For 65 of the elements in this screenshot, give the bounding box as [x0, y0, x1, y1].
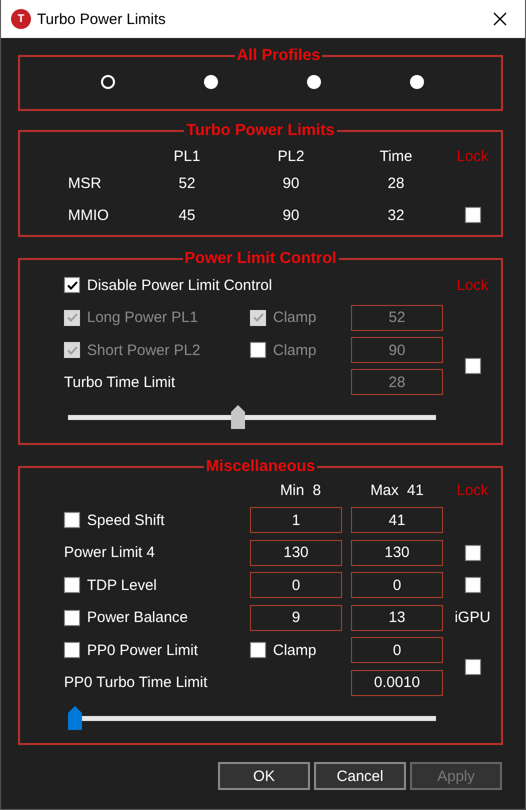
- radio-button[interactable]: [100, 75, 114, 89]
- dialog-button[interactable]: OK: [218, 762, 310, 790]
- checkbox[interactable]: [64, 610, 80, 626]
- lock-checkbox[interactable]: [464, 207, 480, 223]
- group-title: Power Limit Control: [184, 250, 338, 268]
- lock-checkbox[interactable]: [464, 358, 480, 374]
- checkbox-label: Clamp: [273, 342, 316, 358]
- checkbox-label: TDP Level: [87, 576, 157, 594]
- checkbox-label: PP0 Power Limit: [87, 642, 198, 659]
- column-header: Max 41: [369, 480, 425, 500]
- window-title: Turbo Power Limits: [37, 10, 166, 28]
- input-field[interactable]: 0: [250, 572, 342, 598]
- checkbox[interactable]: [64, 642, 80, 658]
- checkbox-label: Clamp: [273, 309, 316, 326]
- checkbox-label: Long Power PL1: [87, 309, 198, 326]
- value-text: 90: [282, 174, 300, 194]
- checkbox-label: Power Balance: [87, 609, 188, 626]
- value-text: 90: [282, 206, 300, 226]
- field-label: Turbo Time Limit: [64, 374, 176, 390]
- checkbox[interactable]: [64, 577, 80, 594]
- radio-button[interactable]: [204, 75, 218, 89]
- clamp-checkbox[interactable]: [250, 642, 266, 658]
- radio-button[interactable]: [410, 75, 424, 89]
- dialog-button[interactable]: Cancel: [314, 762, 406, 790]
- field-label: PP0 Turbo Time Limit: [64, 674, 208, 692]
- field-label: Power Limit 4: [64, 544, 155, 562]
- slider-thumb[interactable]: [68, 706, 82, 730]
- column-header: PL1: [172, 146, 202, 166]
- lock-header: Lock: [456, 146, 490, 166]
- input-field[interactable]: 1: [250, 507, 342, 534]
- column-header: PL2: [276, 146, 306, 166]
- value-text: 28: [386, 174, 406, 194]
- input-field[interactable]: 130: [250, 540, 342, 566]
- column-header: Time: [378, 146, 414, 166]
- input-field[interactable]: 13: [351, 604, 443, 631]
- input-field[interactable]: 0: [351, 572, 443, 598]
- lock-checkbox[interactable]: [464, 577, 480, 594]
- group-title: Turbo Power Limits: [185, 122, 336, 140]
- checkbox-label: Disable Power Limit Control: [87, 276, 272, 294]
- checkbox-label: Short Power PL2: [87, 342, 200, 358]
- input-field[interactable]: 0.0010: [351, 670, 443, 696]
- value-text: 32: [386, 206, 406, 226]
- lock-checkbox[interactable]: [464, 544, 480, 561]
- input-field[interactable]: 0: [351, 637, 443, 664]
- column-header: Min 8: [279, 480, 322, 500]
- value-text: 52: [178, 174, 196, 194]
- row-label: MSR: [67, 174, 102, 194]
- side-label: iGPU: [454, 608, 492, 628]
- input-field[interactable]: 41: [351, 507, 443, 534]
- app-icon: T: [11, 9, 31, 29]
- lock-header: Lock: [456, 276, 490, 296]
- group-title: All Profiles: [236, 47, 322, 65]
- radio-button[interactable]: [306, 75, 320, 89]
- close-icon[interactable]: [493, 12, 507, 26]
- checkbox-label: Clamp: [273, 642, 316, 659]
- checkbox[interactable]: [64, 512, 80, 528]
- value-text: 45: [178, 206, 196, 226]
- lock-checkbox[interactable]: [464, 658, 480, 674]
- checkbox-label: Speed Shift: [87, 512, 165, 529]
- checkbox[interactable]: [64, 277, 80, 293]
- row-label: MMIO: [67, 206, 110, 226]
- lock-header: Lock: [456, 480, 490, 500]
- group-title: Miscellaneous: [204, 458, 316, 476]
- input-field[interactable]: 9: [250, 604, 342, 631]
- input-field[interactable]: 130: [351, 540, 443, 566]
